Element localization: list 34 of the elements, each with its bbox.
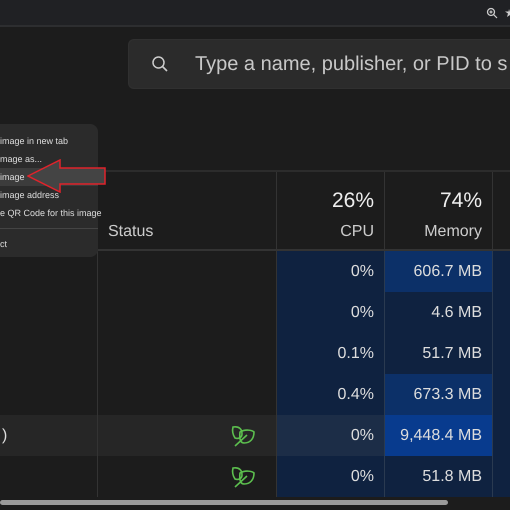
menu-item[interactable]: mage as... bbox=[0, 154, 42, 164]
zoom-icon[interactable] bbox=[486, 6, 498, 18]
cpu-value: 0% bbox=[350, 468, 374, 486]
column-header[interactable]: Status bbox=[108, 223, 154, 241]
column-header[interactable]: CPU bbox=[340, 223, 374, 241]
memory-value: 673.3 MB bbox=[414, 386, 482, 404]
column-header[interactable]: Memory bbox=[424, 223, 482, 241]
column-percent: 26% bbox=[332, 189, 374, 213]
menu-item[interactable]: ct bbox=[0, 239, 8, 249]
table-cell bbox=[493, 251, 510, 292]
process-name: ) bbox=[1, 426, 8, 444]
scrollbar-thumb[interactable] bbox=[0, 500, 448, 505]
leaf-icon bbox=[230, 464, 256, 488]
menu-item[interactable]: e QR Code for this image bbox=[0, 208, 102, 218]
menu-item[interactable]: image in new tab bbox=[0, 136, 68, 146]
cpu-value: 0.1% bbox=[338, 344, 374, 362]
cpu-value: 0% bbox=[350, 304, 374, 322]
search-input[interactable]: Type a name, publisher, or PID to s bbox=[193, 52, 510, 76]
process-row[interactable]: ) 0% 9,448.4 MB bbox=[0, 415, 510, 456]
cpu-value: 0.4% bbox=[338, 386, 374, 404]
menu-item[interactable]: image address bbox=[0, 190, 60, 200]
table-cell bbox=[493, 456, 510, 497]
cpu-value: 0% bbox=[350, 426, 374, 444]
memory-value: 606.7 MB bbox=[414, 262, 482, 280]
leaf-icon bbox=[230, 424, 256, 448]
search-field[interactable]: Type a name, publisher, or PID to s bbox=[128, 39, 510, 89]
column-percent: 74% bbox=[440, 189, 482, 213]
menu-item[interactable]: image bbox=[0, 172, 25, 182]
cpu-value: 0% bbox=[350, 262, 374, 280]
search-icon bbox=[151, 55, 169, 73]
memory-value: 4.6 MB bbox=[431, 304, 482, 322]
memory-value: 51.8 MB bbox=[422, 468, 482, 486]
memory-value: 51.7 MB bbox=[422, 344, 482, 362]
memory-value: 9,448.4 MB bbox=[400, 426, 482, 444]
